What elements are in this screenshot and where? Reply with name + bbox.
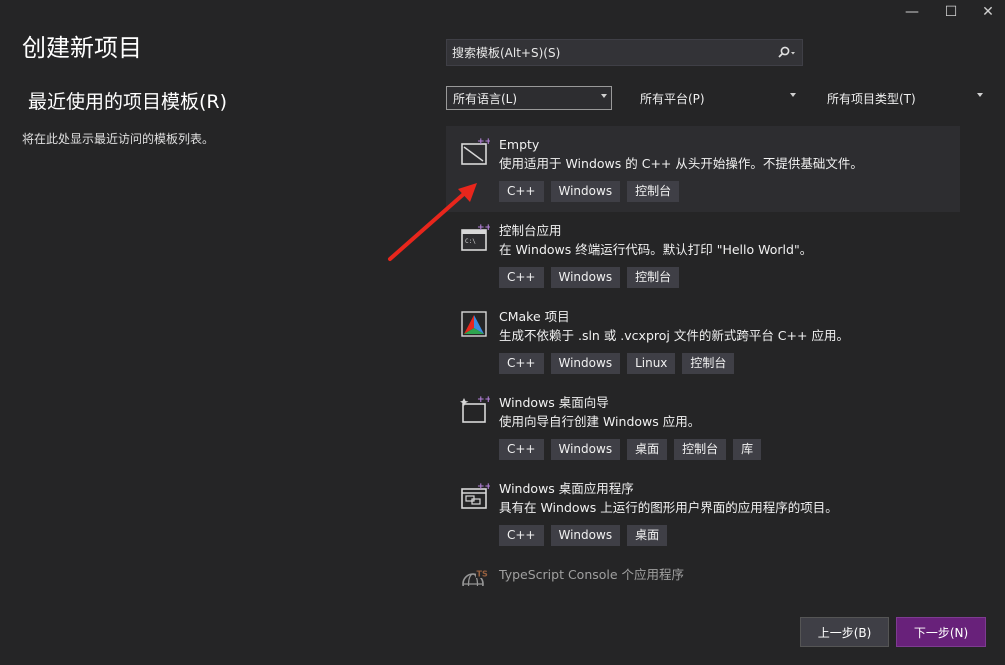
svg-text:++: ++ xyxy=(477,138,490,147)
tag: C++ xyxy=(499,353,544,374)
search-icon[interactable] xyxy=(772,46,802,60)
tag: 控制台 xyxy=(674,439,727,460)
recent-templates-empty-text: 将在此处显示最近访问的模板列表。 xyxy=(22,132,215,146)
page-title: 创建新项目 xyxy=(22,34,142,62)
tag: Windows xyxy=(550,525,621,546)
tag: 控制台 xyxy=(627,267,680,288)
tag: Windows xyxy=(550,267,621,288)
tag: C++ xyxy=(499,525,544,546)
template-item-cmake[interactable]: CMake 项目 生成不依赖于 .sln 或 .vcxproj 文件的新式跨平台… xyxy=(446,298,960,384)
recent-templates-heading: 最近使用的项目模板(R) xyxy=(28,91,228,113)
chevron-down-icon xyxy=(601,94,607,98)
tag: C++ xyxy=(499,439,544,460)
template-item-windows-desktop-app[interactable]: ++ Windows 桌面应用程序 具有在 Windows 上运行的图形用户界面… xyxy=(446,470,960,556)
wizard-icon: ++ xyxy=(460,396,490,423)
tag: Linux xyxy=(627,353,676,374)
template-description: 生成不依赖于 .sln 或 .vcxproj 文件的新式跨平台 C++ 应用。 xyxy=(499,328,849,343)
language-filter-label: 所有语言(L) xyxy=(453,91,518,106)
back-button[interactable]: 上一步(B) xyxy=(800,617,889,647)
template-name: Windows 桌面应用程序 xyxy=(499,481,634,496)
close-button[interactable]: ✕ xyxy=(966,0,1005,24)
chevron-down-icon xyxy=(790,93,796,97)
tag: Windows xyxy=(550,439,621,460)
template-list: ++ Empty 使用适用于 Windows 的 C++ 从头开始操作。不提供基… xyxy=(446,126,960,586)
cmake-icon xyxy=(461,311,487,337)
search-placeholder: 搜索模板(Alt+S)(S) xyxy=(452,46,561,60)
tag: Windows xyxy=(550,353,621,374)
template-item-typescript-console[interactable]: TS TypeScript Console 个应用程序 xyxy=(446,556,960,586)
template-item-empty[interactable]: ++ Empty 使用适用于 Windows 的 C++ 从头开始操作。不提供基… xyxy=(446,126,960,212)
desktop-app-icon: ++ xyxy=(461,482,490,509)
tag: 库 xyxy=(733,439,762,460)
tag: 桌面 xyxy=(627,525,668,546)
minimize-button[interactable]: — xyxy=(890,0,934,24)
console-app-icon: C:\ ++ xyxy=(461,224,490,251)
template-search-input[interactable]: 搜索模板(Alt+S)(S) xyxy=(446,39,803,66)
svg-text:C:\: C:\ xyxy=(465,238,476,245)
chevron-down-icon xyxy=(977,93,983,97)
language-filter-dropdown[interactable]: 所有语言(L) xyxy=(446,86,612,110)
template-item-windows-desktop-wizard[interactable]: ++ Windows 桌面向导 使用向导自行创建 Windows 应用。 C++… xyxy=(446,384,960,470)
template-description: 在 Windows 终端运行代码。默认打印 "Hello World"。 xyxy=(499,242,813,257)
svg-text:++: ++ xyxy=(477,482,490,492)
template-name: Empty xyxy=(499,137,540,152)
platform-filter-dropdown[interactable]: 所有平台(P) xyxy=(634,86,800,110)
project-type-filter-dropdown[interactable]: 所有项目类型(T) xyxy=(821,86,987,110)
tag: C++ xyxy=(499,267,544,288)
tag: 控制台 xyxy=(627,181,680,202)
template-description: 具有在 Windows 上运行的图形用户界面的应用程序的项目。 xyxy=(499,500,838,515)
template-description: 使用向导自行创建 Windows 应用。 xyxy=(499,414,701,429)
template-item-console-app[interactable]: C:\ ++ 控制台应用 在 Windows 终端运行代码。默认打印 "Hell… xyxy=(446,212,960,298)
svg-text:++: ++ xyxy=(477,396,490,405)
typescript-icon: TS xyxy=(462,568,489,586)
next-button[interactable]: 下一步(N) xyxy=(896,617,986,647)
project-type-filter-label: 所有项目类型(T) xyxy=(827,91,916,106)
template-name: 控制台应用 xyxy=(499,223,562,238)
empty-project-icon: ++ xyxy=(461,138,490,165)
tag: 桌面 xyxy=(627,439,668,460)
tag: C++ xyxy=(499,181,544,202)
platform-filter-label: 所有平台(P) xyxy=(640,91,705,106)
svg-text:TS: TS xyxy=(477,570,488,579)
template-name: CMake 项目 xyxy=(499,309,570,324)
template-name: TypeScript Console 个应用程序 xyxy=(499,567,685,582)
svg-text:++: ++ xyxy=(477,224,490,233)
tag: Windows xyxy=(550,181,621,202)
template-name: Windows 桌面向导 xyxy=(499,395,609,410)
template-description: 使用适用于 Windows 的 C++ 从头开始操作。不提供基础文件。 xyxy=(499,156,863,171)
tag: 控制台 xyxy=(682,353,735,374)
